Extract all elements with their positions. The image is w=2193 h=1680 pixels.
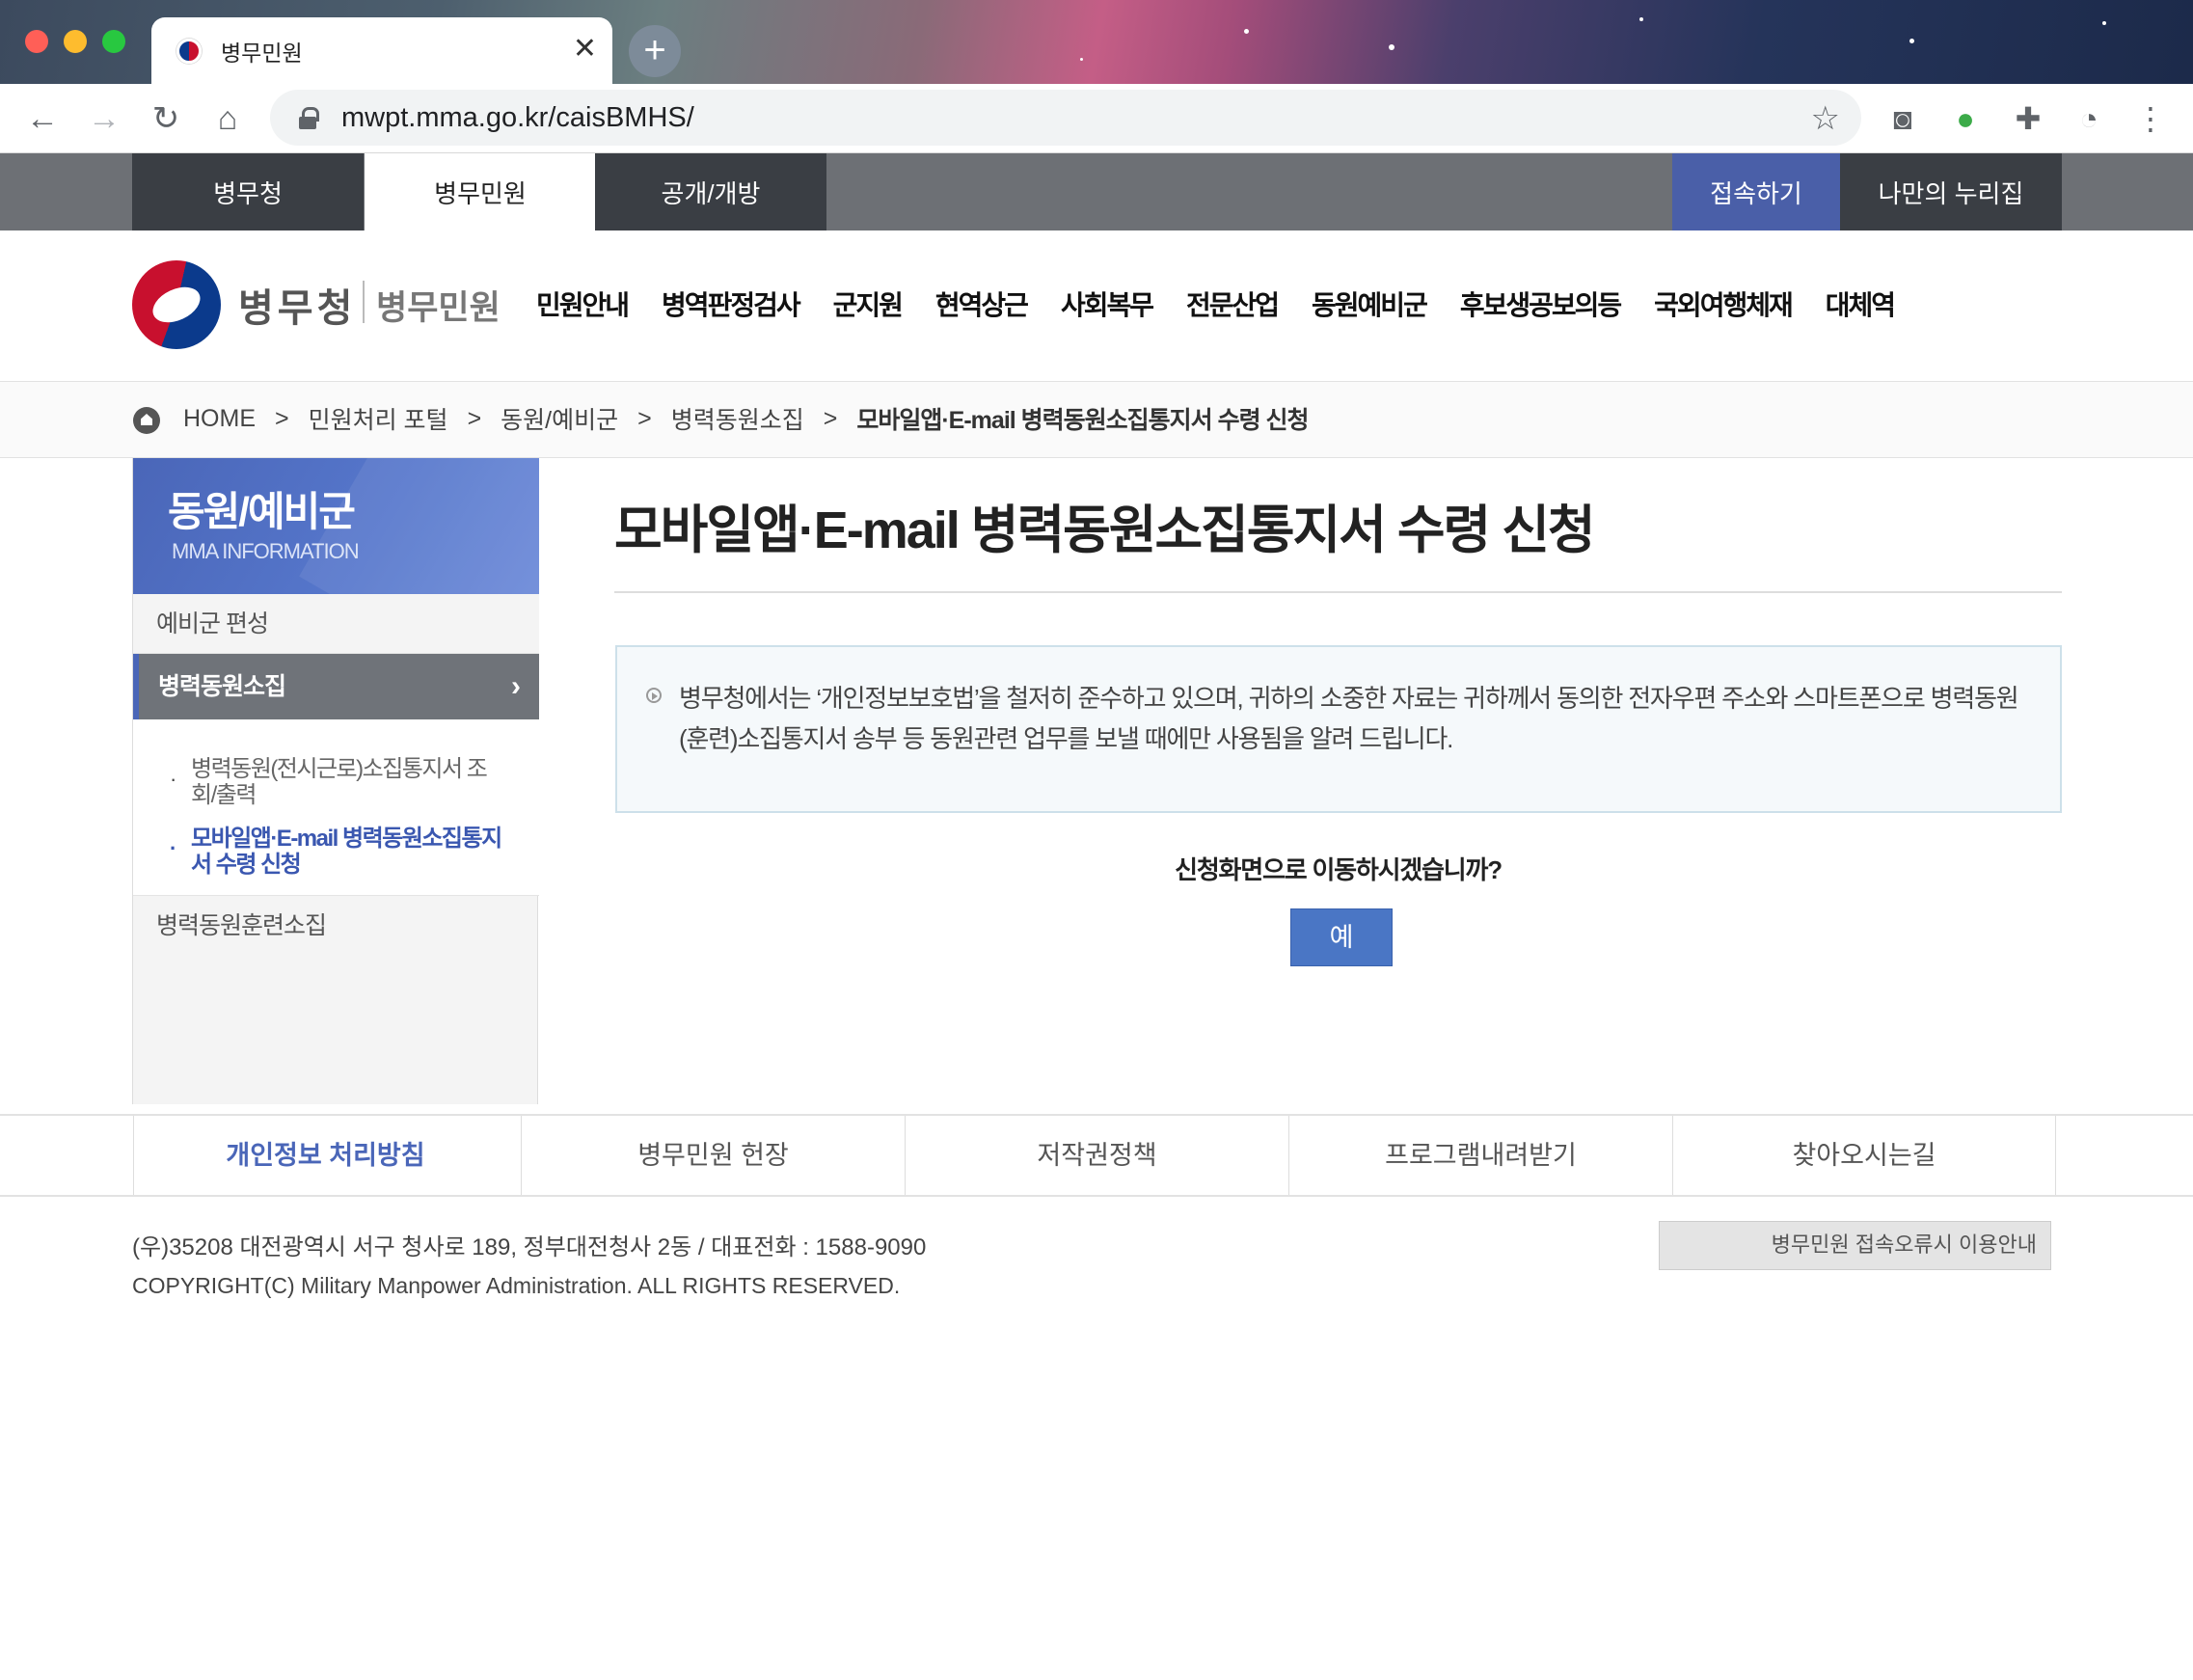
address-bar[interactable]: mwpt.mma.go.kr/caisBMHS/ ☆ — [270, 90, 1861, 146]
menu-item[interactable]: 군지원 — [833, 285, 904, 323]
login-button[interactable]: 접속하기 — [1672, 153, 1840, 230]
footer-link-directions[interactable]: 찾아오시는길 — [1672, 1116, 2056, 1195]
logo-main-text[interactable]: 병무청 — [238, 277, 356, 333]
breadcrumb-current: 모바일앱·E-mail 병력동원소집통지서 수령 신청 — [856, 407, 1309, 434]
menu-item[interactable]: 현역상근 — [935, 285, 1029, 323]
logo-divider — [363, 281, 365, 323]
sidebar-item-mobilization-training[interactable]: 병력동원훈련소집 — [133, 896, 539, 956]
privacy-notice-text: 병무청에서는 ‘개인정보보호법’을 철저히 준수하고 있으며, 귀하의 소중한 … — [679, 684, 2019, 753]
background-star — [1080, 58, 1083, 61]
site-header: 병무청 병무민원 민원안내 병역판정검사 군지원 현역상근 사회복무 전문산업 … — [0, 230, 2193, 382]
home-icon[interactable] — [133, 407, 160, 434]
breadcrumb-item[interactable]: 병력동원소집 — [671, 401, 804, 436]
url-text[interactable]: mwpt.mma.go.kr/caisBMHS/ — [341, 102, 694, 134]
menu-item[interactable]: 국외여행체재 — [1654, 285, 1794, 323]
sidebar-submenu: 병력동원(전시근로)소집통지서 조회/출력 모바일앱·E-mail 병력동원소집… — [133, 719, 539, 896]
menu-item[interactable]: 전문산업 — [1186, 285, 1280, 323]
side-navigation: 동원/예비군 MMA INFORMATION 예비군 편성 병력동원소집 › 병… — [132, 458, 539, 1104]
page-title: 모바일앱·E-mail 병력동원소집통지서 수령 신청 — [614, 501, 1596, 559]
browser-titlebar: 병무민원 ✕ + — [0, 0, 2193, 84]
submenu-item-notice-lookup[interactable]: 병력동원(전시근로)소집통지서 조회/출력 — [170, 756, 509, 808]
window-minimize-button[interactable] — [64, 30, 87, 53]
background-star — [1244, 29, 1249, 34]
main-menu: 민원안내 병역판정검사 군지원 현역상근 사회복무 전문산업 동원예비군 후보생… — [536, 285, 1928, 323]
reload-icon[interactable]: ↻ — [149, 101, 183, 136]
forward-arrow-icon[interactable]: → — [87, 101, 122, 136]
breadcrumb-item[interactable]: 동원/예비군 — [501, 401, 618, 436]
back-arrow-icon[interactable]: ← — [25, 101, 60, 136]
background-star — [2102, 21, 2106, 25]
menu-item[interactable]: 대체역 — [1826, 285, 1896, 323]
browser-tab[interactable]: 병무민원 ✕ — [151, 17, 612, 84]
sidebar-item-reserve-organization[interactable]: 예비군 편성 — [133, 594, 539, 654]
menu-kebab-icon[interactable]: ⋮ — [2131, 99, 2170, 138]
tab-open-disclosure[interactable]: 공개/개방 — [595, 153, 826, 230]
profile-avatar-icon[interactable]: ◔ — [2070, 99, 2108, 138]
menu-item[interactable]: 동원예비군 — [1312, 285, 1428, 323]
breadcrumb-separator: > — [823, 404, 838, 432]
confirm-question: 신청화면으로 이동하시겠습니까? — [1175, 855, 1503, 884]
breadcrumb-separator: > — [275, 404, 289, 432]
privacy-notice-box: 병무청에서는 ‘개인정보보호법’을 철저히 준수하고 있으며, 귀하의 소중한 … — [615, 645, 2062, 813]
tab-mma[interactable]: 병무청 — [132, 153, 364, 230]
tab-title: 병무민원 — [221, 40, 303, 66]
divider — [614, 591, 2062, 593]
tab-civil-service[interactable]: 병무민원 — [365, 153, 596, 230]
breadcrumb: HOME > 민원처리 포털 > 동원/예비군 > 병력동원소집 > 모바일앱·… — [0, 382, 2193, 458]
menu-item[interactable]: 사회복무 — [1061, 285, 1154, 323]
background-star — [1909, 39, 1914, 43]
sidebar-item-mobilization-call[interactable]: 병력동원소집 › — [133, 654, 539, 719]
side-nav-title: 동원/예비군 — [168, 489, 356, 534]
lock-icon[interactable] — [299, 107, 319, 129]
logo-sub-text[interactable]: 병무민원 — [376, 281, 501, 330]
extensions-puzzle-icon[interactable]: ✚ — [2009, 99, 2047, 138]
background-star — [1639, 17, 1643, 21]
submenu-item-mobile-email-request[interactable]: 모바일앱·E-mail 병력동원소집통지서 수령 신청 — [170, 826, 509, 878]
footer-copyright: COPYRIGHT(C) Military Manpower Administr… — [132, 1273, 901, 1298]
footer-address: (우)35208 대전광역시 서구 청사로 189, 정부대전청사 2동 / 대… — [132, 1234, 927, 1260]
footer-link-privacy-policy[interactable]: 개인정보 처리방침 — [133, 1116, 517, 1195]
menu-item[interactable]: 병역판정검사 — [662, 285, 801, 323]
background-star — [1389, 44, 1394, 50]
evernote-icon[interactable]: ● — [1946, 99, 1985, 138]
my-page-button[interactable]: 나만의 누리집 — [1840, 153, 2062, 230]
window-close-button[interactable] — [25, 30, 48, 53]
breadcrumb-separator: > — [467, 404, 482, 432]
browser-toolbar: ← → ↻ ⌂ mwpt.mma.go.kr/caisBMHS/ ☆ ◙ ● ✚… — [0, 84, 2193, 153]
breadcrumb-home[interactable]: HOME — [183, 405, 256, 433]
breadcrumb-item[interactable]: 민원처리 포털 — [309, 401, 448, 436]
side-nav-subtitle: MMA INFORMATION — [172, 539, 360, 563]
taegeuk-favicon-icon — [176, 38, 202, 64]
footer-links: 개인정보 처리방침 병무민원 헌장 저작권정책 프로그램내려받기 찾아오시는길 — [0, 1114, 2193, 1197]
sidebar-item-label: 병력동원소집 — [158, 673, 286, 700]
yes-button[interactable]: 예 — [1290, 908, 1393, 966]
window-zoom-button[interactable] — [102, 30, 125, 53]
new-tab-button[interactable]: + — [629, 25, 681, 77]
connection-error-guide-button[interactable]: 병무민원 접속오류시 이용안내 — [1659, 1221, 2051, 1270]
menu-item[interactable]: 후보생공보의등 — [1460, 285, 1622, 323]
footer-link-program-download[interactable]: 프로그램내려받기 — [1288, 1116, 1672, 1195]
tab-close-icon[interactable]: ✕ — [573, 35, 597, 64]
site-top-bar: 병무청 병무민원 공개/개방 접속하기 나만의 누리집 — [0, 153, 2193, 230]
chevron-right-icon: › — [511, 670, 521, 702]
bullet-arrow-icon — [646, 688, 662, 703]
home-icon[interactable]: ⌂ — [210, 101, 245, 136]
side-nav-header: 동원/예비군 MMA INFORMATION — [133, 458, 539, 594]
footer-link-charter[interactable]: 병무민원 헌장 — [521, 1116, 905, 1195]
breadcrumb-separator: > — [637, 404, 652, 432]
camera-icon[interactable]: ◙ — [1883, 99, 1922, 138]
menu-item[interactable]: 민원안내 — [536, 285, 630, 323]
bookmark-star-icon[interactable]: ☆ — [1811, 99, 1840, 138]
footer-link-copyright-policy[interactable]: 저작권정책 — [905, 1116, 1288, 1195]
mma-emblem-icon[interactable] — [132, 260, 221, 349]
